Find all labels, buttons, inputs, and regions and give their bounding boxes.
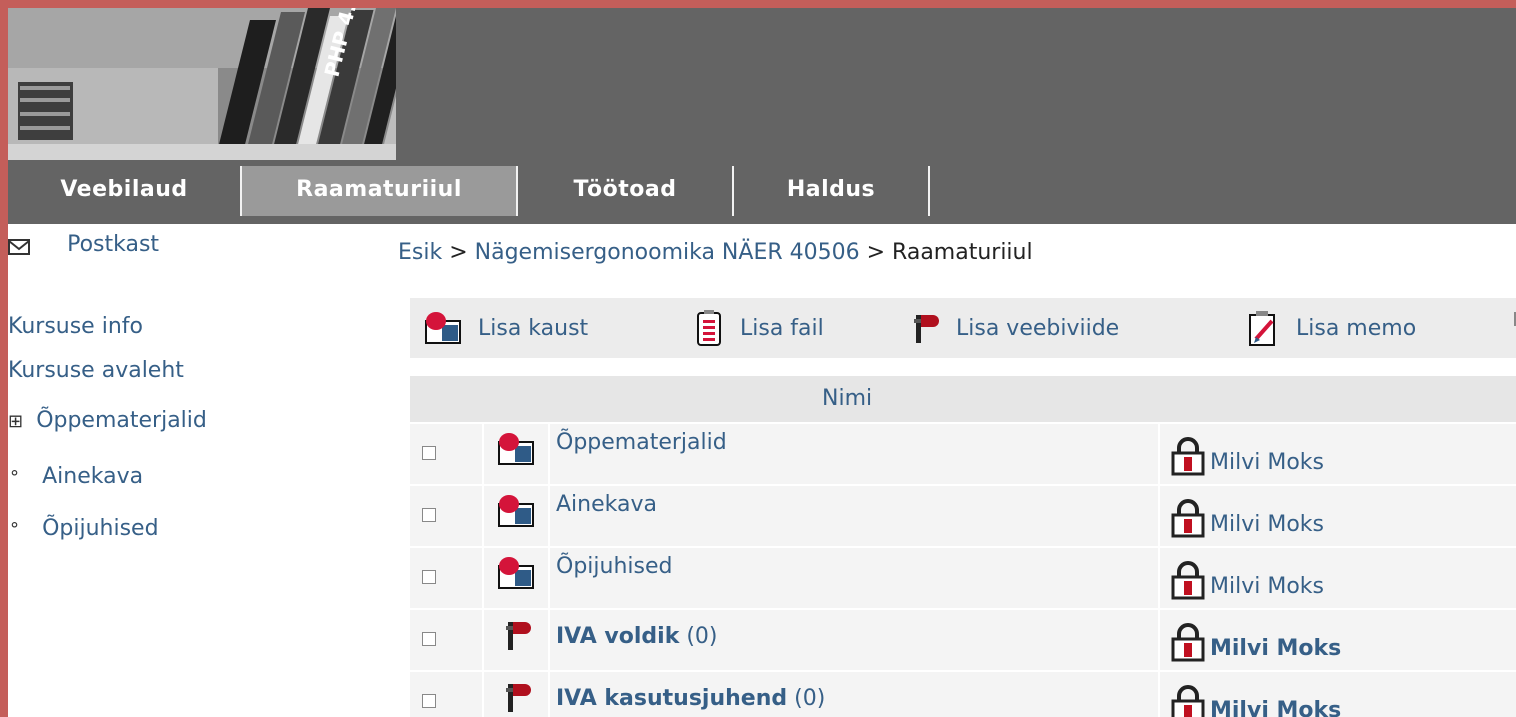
tree-item-ainekava[interactable]: ° Ainekava xyxy=(8,464,143,489)
folder-icon xyxy=(425,312,461,344)
breadcrumb-home[interactable]: Esik xyxy=(398,240,442,265)
course-info-link[interactable]: Kursuse info xyxy=(8,314,143,339)
row-name-text: IVA kasutusjuhend xyxy=(556,686,788,711)
header-banner: PHP 4.1 xyxy=(8,8,1516,166)
row-checkbox[interactable] xyxy=(422,508,436,522)
row-checkbox[interactable] xyxy=(422,694,436,708)
column-header-name[interactable]: Nimi xyxy=(822,386,872,411)
file-icon xyxy=(697,310,721,346)
main-nav: Veebilaud Raamaturiiul Töötoad Haldus xyxy=(8,166,1516,224)
breadcrumb-course[interactable]: Nägemisergonoomika NÄER 40506 xyxy=(475,240,860,265)
expand-icon[interactable]: ⊞ xyxy=(8,411,23,432)
lock-icon xyxy=(1171,499,1205,538)
weblink-icon xyxy=(506,684,531,712)
table-row[interactable]: Ainekava Milvi Moks xyxy=(410,486,1516,548)
lock-icon xyxy=(1171,561,1205,600)
tab-haldus[interactable]: Haldus xyxy=(734,166,930,216)
add-memo-button[interactable]: Lisa memo xyxy=(1246,298,1416,358)
row-name[interactable]: Õpijuhised xyxy=(556,554,672,579)
breadcrumb-current: Raamaturiiul xyxy=(892,240,1033,265)
row-name-text: Õpijuhised xyxy=(556,554,673,579)
add-file-button[interactable]: Lisa fail xyxy=(694,298,824,358)
folder-icon xyxy=(498,433,534,465)
row-name-text: IVA voldik xyxy=(556,624,680,649)
row-name[interactable]: IVA kasutusjuhend (0) xyxy=(556,686,825,711)
tree-item-label: Õppematerjalid xyxy=(36,408,207,433)
row-owner[interactable]: Milvi Moks xyxy=(1210,450,1324,475)
tab-raamaturiiul[interactable]: Raamaturiiul xyxy=(242,166,518,216)
weblink-icon xyxy=(914,315,939,343)
breadcrumb: Esik > Nägemisergonoomika NÄER 40506 > R… xyxy=(398,240,1033,265)
course-home-link[interactable]: Kursuse avaleht xyxy=(8,358,184,383)
folder-icon xyxy=(498,495,534,527)
add-weblink-label: Lisa veebiviide xyxy=(956,315,1120,341)
row-owner[interactable]: Milvi Moks xyxy=(1210,636,1341,661)
bookshelf-logo: PHP 4.1 xyxy=(8,8,396,160)
table-header: Nimi xyxy=(410,376,1516,424)
weblink-icon xyxy=(506,622,531,650)
add-file-label: Lisa fail xyxy=(740,315,824,341)
table-row[interactable]: IVA voldik (0) Milvi Moks xyxy=(410,610,1516,672)
bullet-icon: ° xyxy=(10,467,19,488)
add-folder-label: Lisa kaust xyxy=(478,315,589,341)
mailbox-link[interactable]: Postkast xyxy=(8,232,159,257)
add-weblink-button[interactable]: Lisa veebiviide xyxy=(910,298,1119,358)
tree-item-opijuhised[interactable]: ° Õpijuhised xyxy=(8,516,159,541)
tree-item-label: Õpijuhised xyxy=(42,516,159,541)
tree-item-oppematerjalid[interactable]: ⊞ Õppematerjalid xyxy=(8,408,207,433)
course-info-label: Kursuse info xyxy=(8,314,143,339)
lock-icon xyxy=(1171,685,1205,717)
row-name-text: Ainekava xyxy=(556,492,657,517)
row-checkbox[interactable] xyxy=(422,632,436,646)
course-home-label: Kursuse avaleht xyxy=(8,358,184,383)
row-name[interactable]: Ainekava xyxy=(556,492,657,517)
row-count: (0) xyxy=(686,624,718,649)
folder-icon xyxy=(498,557,534,589)
tree-item-label: Ainekava xyxy=(42,464,144,489)
row-name[interactable]: Õppematerjalid xyxy=(556,430,727,455)
table-row[interactable]: Õppematerjalid Milvi Moks xyxy=(410,424,1516,486)
lock-icon xyxy=(1171,437,1205,476)
row-owner[interactable]: Milvi Moks xyxy=(1210,574,1324,599)
add-folder-button[interactable]: Lisa kaust xyxy=(424,298,588,358)
row-owner[interactable]: Milvi Moks xyxy=(1210,512,1324,537)
envelope-icon xyxy=(8,238,30,255)
add-memo-label: Lisa memo xyxy=(1296,315,1417,341)
tab-veebilaud[interactable]: Veebilaud xyxy=(8,166,242,216)
toolbar: Lisa kaust Lisa fail Lisa veebiviide Lis… xyxy=(410,298,1516,358)
table-row[interactable]: Õpijuhised Milvi Moks xyxy=(410,548,1516,610)
row-name-text: Õppematerjalid xyxy=(556,430,727,455)
table-row[interactable]: IVA kasutusjuhend (0) Milvi Moks xyxy=(410,672,1516,717)
row-owner[interactable]: Milvi Moks xyxy=(1210,698,1341,717)
tab-tootoad[interactable]: Töötoad xyxy=(518,166,734,216)
breadcrumb-separator: > xyxy=(859,240,893,265)
row-checkbox[interactable] xyxy=(422,570,436,584)
mailbox-label: Postkast xyxy=(67,232,160,257)
row-count: (0) xyxy=(794,686,826,711)
row-checkbox[interactable] xyxy=(422,446,436,460)
lock-icon xyxy=(1171,623,1205,662)
bullet-icon: ° xyxy=(10,519,19,540)
page: PHP 4.1 Veebilaud Raamaturiiul Töötoad H… xyxy=(8,8,1516,717)
row-name[interactable]: IVA voldik (0) xyxy=(556,624,718,649)
memo-icon xyxy=(1249,311,1275,346)
breadcrumb-separator: > xyxy=(442,240,475,265)
